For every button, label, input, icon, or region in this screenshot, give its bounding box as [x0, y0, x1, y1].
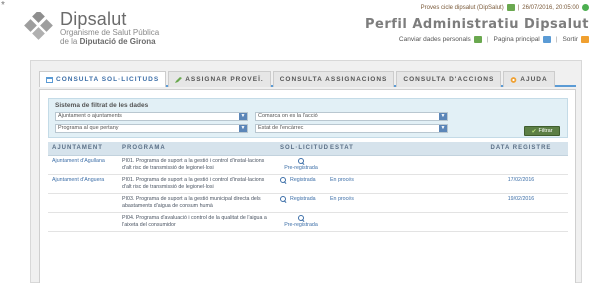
chevron-down-icon: ▼	[439, 113, 447, 120]
logout-icon[interactable]	[581, 36, 589, 43]
cell-estat: En procés	[326, 174, 474, 194]
check-icon: ✔	[531, 128, 537, 135]
portal-title: Perfil Administratiu Dipsalut	[364, 17, 589, 32]
table-header-row: AJUNTAMENT PROGRAMA SOL·LICITUD ESTAT DA…	[48, 142, 568, 156]
requests-table: AJUNTAMENT PROGRAMA SOL·LICITUD ESTAT DA…	[48, 142, 568, 232]
tab-label: AJUDA	[520, 76, 548, 83]
logo-sub2-bold: Diputació de Girona	[79, 37, 156, 46]
cell-estat	[326, 212, 474, 232]
estat-select[interactable]: Estat de l'encàrrec ▼	[255, 124, 448, 133]
search-icon[interactable]	[297, 214, 305, 222]
sollicitud-status: Registrada	[290, 195, 316, 202]
user-icon	[506, 4, 515, 11]
personal-data-link[interactable]: Canviar dades personals	[399, 36, 471, 43]
tab-assignar-provei[interactable]: ASSIGNAR PROVEÏ.	[168, 71, 271, 87]
search-icon[interactable]	[280, 195, 287, 203]
filter-button-label: Filtrar	[538, 128, 553, 134]
logo-title: Dipsalut	[60, 9, 127, 29]
chevron-down-icon: ▼	[239, 125, 247, 132]
cell-programa: PI01. Programa de suport a la gestió i c…	[118, 155, 276, 175]
logout-link[interactable]: Sortir	[562, 36, 578, 43]
cell-ajuntament[interactable]	[48, 193, 118, 213]
help-icon	[510, 76, 517, 83]
header: * Dipsalut Organisme de Salut Pública de…	[0, 0, 597, 64]
utility-links: Canviar dades personals | Pagina princip…	[399, 36, 589, 43]
cell-data-registre	[474, 155, 568, 175]
pencil-icon	[175, 76, 183, 83]
cell-ajuntament[interactable]: Ajuntament d'Agullana	[48, 155, 118, 175]
search-icon[interactable]	[280, 176, 287, 184]
table-row: PI04. Programa d'avaluació i control de …	[48, 212, 568, 232]
column-header-sollicitud[interactable]: SOL·LICITUD	[276, 142, 328, 156]
table-icon	[46, 76, 53, 83]
programa-select[interactable]: Programa al que pertany ▼	[55, 124, 248, 133]
session-info: Proves cicle dipsalut (DipSalut) | 26/07…	[421, 4, 589, 11]
column-header-ajuntament[interactable]: AJUNTAMENT	[48, 142, 118, 156]
sollicitud-status: Registrada	[290, 176, 316, 183]
cell-estat: En procés	[326, 193, 474, 213]
cell-sollicitud[interactable]: Registrada	[276, 174, 326, 194]
table-row: Ajuntament d'Agullana PI01. Programa de …	[48, 155, 568, 175]
search-icon[interactable]	[297, 157, 305, 165]
tab-content: Sistema de filtrat de les dades Ajuntame…	[39, 89, 576, 283]
select-value: Programa al que pertany	[58, 125, 119, 131]
session-datetime: 26/07/2016, 20:05:00	[522, 4, 579, 11]
filter-title: Sistema de filtrat de les dades	[55, 102, 149, 109]
tab-bar: CONSULTA SOL·LICITUDS ASSIGNAR PROVEÏ. C…	[39, 71, 576, 87]
tab-label: ASSIGNAR PROVEÏ.	[185, 76, 264, 83]
tab-label: CONSULTA D'ACCIONS	[403, 76, 495, 83]
column-header-programa[interactable]: PROGRAMA	[118, 142, 276, 156]
cell-sollicitud[interactable]: Pre-registrada	[276, 212, 326, 232]
sollicitud-status: Pre-registrada	[284, 221, 318, 228]
home-link[interactable]: Pagina principal	[494, 36, 540, 43]
cell-programa: PI01. Programa de suport a la gestió i c…	[118, 174, 276, 194]
select-value: Ajuntament o ajuntaments	[58, 113, 122, 119]
corner-mark: *	[1, 0, 5, 11]
cell-data-registre	[474, 212, 568, 232]
chevron-down-icon: ▼	[439, 125, 447, 132]
session-separator: |	[517, 4, 520, 11]
comarca-select[interactable]: Comarca on es la l'acció ▼	[255, 112, 448, 121]
main-panel: CONSULTA SOL·LICITUDS ASSIGNAR PROVEÏ. C…	[30, 60, 582, 283]
select-value: Estat de l'encàrrec	[258, 125, 304, 131]
tab-consulta-assignacions[interactable]: CONSULTA ASSIGNACIONS	[272, 71, 395, 87]
status-icon	[582, 4, 589, 11]
chevron-down-icon: ▼	[239, 113, 247, 120]
sollicitud-status: Pre-registrada	[284, 164, 318, 171]
select-value: Comarca on es la l'acció	[258, 113, 318, 119]
ajuntament-select[interactable]: Ajuntament o ajuntaments ▼	[55, 112, 248, 121]
cell-ajuntament[interactable]	[48, 212, 118, 232]
cell-data-registre: 19/02/2016	[474, 193, 568, 213]
cell-ajuntament[interactable]: Ajuntament d'Anguera	[48, 174, 118, 194]
cell-programa: PI04. Programa d'avaluació i control de …	[118, 212, 276, 232]
session-user: Proves cicle dipsalut (DipSalut)	[420, 4, 504, 11]
column-header-data-registre[interactable]: DATA REGISTRE	[474, 142, 568, 156]
logo-subtitle: Organisme de Salut Pública	[60, 28, 160, 37]
separator: |	[555, 36, 558, 43]
cell-programa: PI03. Programa de suport a la gestió mun…	[118, 193, 276, 213]
filter-box: Sistema de filtrat de les dades Ajuntame…	[48, 98, 568, 138]
home-icon[interactable]	[542, 36, 551, 43]
logo-subtitle-2: de la Diputació de Girona	[60, 37, 156, 46]
filter-button[interactable]: ✔ Filtrar	[524, 126, 560, 136]
tab-ajuda[interactable]: AJUDA	[503, 71, 555, 87]
tab-label: CONSULTA ASSIGNACIONS	[279, 76, 388, 83]
cell-sollicitud[interactable]: Pre-registrada	[276, 155, 326, 175]
tab-label: CONSULTA SOL·LICITUDS	[56, 76, 160, 83]
table-row: PI03. Programa de suport a la gestió mun…	[48, 193, 568, 213]
logo-sub2-prefix: de la	[60, 37, 80, 46]
table-row: Ajuntament d'Anguera PI01. Programa de s…	[48, 174, 568, 194]
cell-sollicitud[interactable]: Registrada	[276, 193, 326, 213]
cell-estat	[326, 155, 474, 175]
separator: |	[486, 36, 489, 43]
dipsalut-logo-icon	[24, 12, 53, 40]
personal-data-icon[interactable]	[473, 36, 482, 43]
cell-data-registre: 17/02/2016	[474, 174, 568, 194]
tab-consulta-sollicituds[interactable]: CONSULTA SOL·LICITUDS	[39, 71, 167, 87]
tab-consulta-accions[interactable]: CONSULTA D'ACCIONS	[396, 71, 502, 87]
column-header-estat[interactable]: ESTAT	[326, 142, 474, 156]
